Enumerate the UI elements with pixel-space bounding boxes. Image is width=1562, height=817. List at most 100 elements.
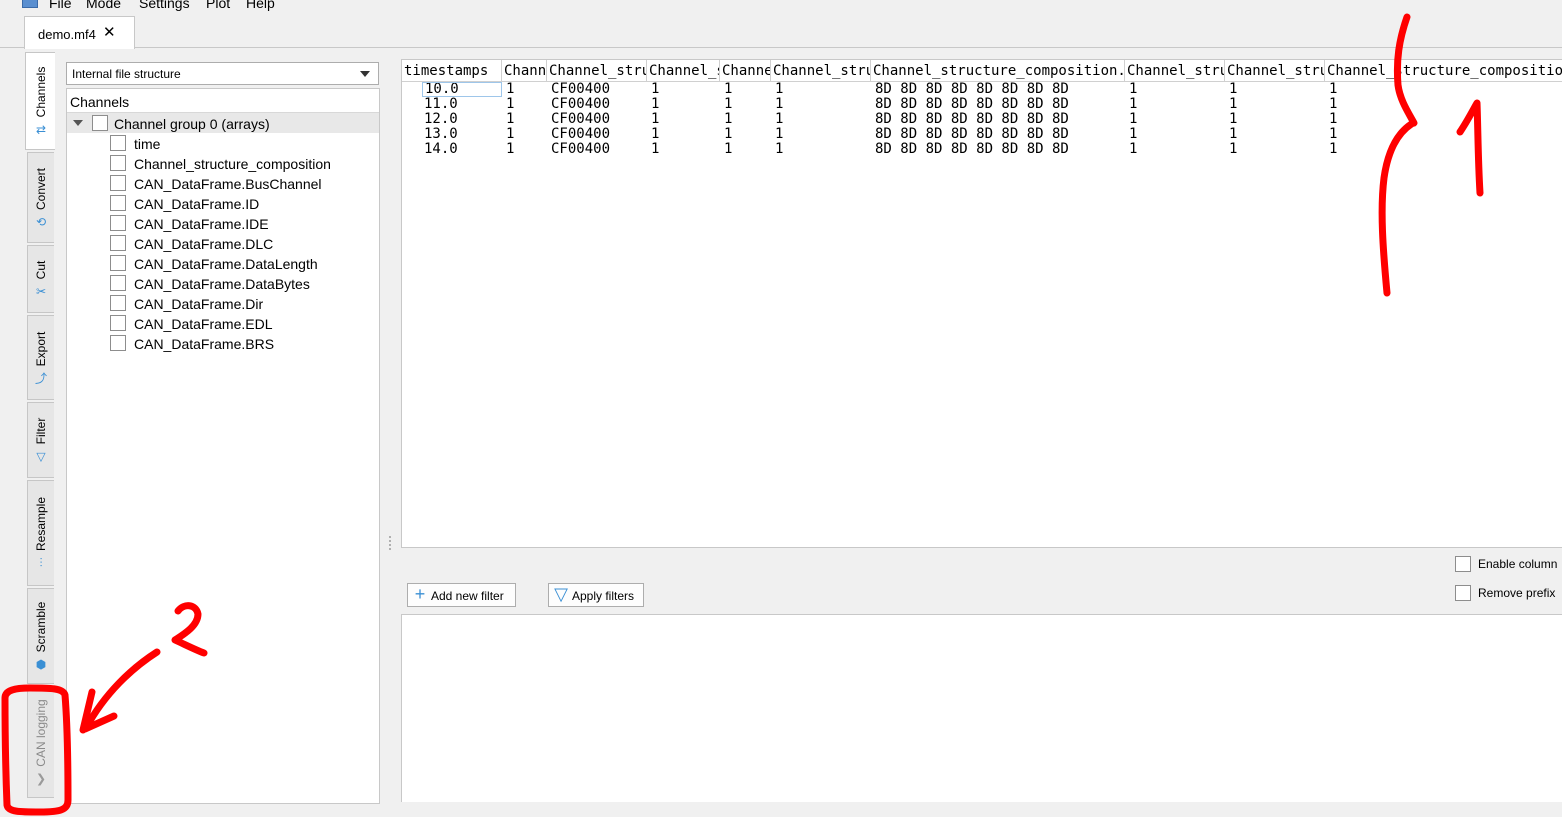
table-cell[interactable]: 1 xyxy=(649,82,720,97)
table-row[interactable]: 13.0 1 CF00400 1 1 1 8D 8D 8D 8D 8D 8D 8D 8D 1 1… xyxy=(402,127,1562,142)
table-cell[interactable]: 1 xyxy=(1227,112,1325,127)
table-cell[interactable]: 1 xyxy=(773,142,871,157)
table-cell[interactable]: 1 xyxy=(773,82,871,97)
tab-convert[interactable]: ⟲ Convert xyxy=(27,152,54,243)
table-cell[interactable]: 14.0 xyxy=(422,142,502,157)
table-cell[interactable]: 1 xyxy=(1327,127,1562,142)
table-cell[interactable]: 8D 8D 8D 8D 8D 8D 8D 8D xyxy=(873,97,1125,112)
column-header[interactable]: Channel_structure_composition.CAN_DataFr… xyxy=(1225,60,1325,82)
apply-filters-button[interactable]: ▽ Apply filters xyxy=(548,583,644,607)
channel-item[interactable]: CAN_DataFrame.EDL xyxy=(67,313,379,333)
table-row[interactable]: 11.0 1 CF00400 1 1 1 8D 8D 8D 8D 8D 8D 8D 8D 1 1… xyxy=(402,97,1562,112)
tab-can-logging[interactable]: ❯ CAN logging xyxy=(27,686,54,798)
table-cell[interactable]: 8D 8D 8D 8D 8D 8D 8D 8D xyxy=(873,127,1125,142)
table-cell[interactable]: 1 xyxy=(722,82,771,97)
table-cell[interactable]: 8D 8D 8D 8D 8D 8D 8D 8D xyxy=(873,82,1125,97)
table-cell[interactable]: 8D 8D 8D 8D 8D 8D 8D 8D xyxy=(873,112,1125,127)
table-cell[interactable]: 1 xyxy=(773,127,871,142)
table-cell[interactable]: 1 xyxy=(773,112,871,127)
channel-item[interactable]: time xyxy=(67,133,379,153)
channel-item[interactable]: CAN_DataFrame.BusChannel xyxy=(67,173,379,193)
group-checkbox[interactable] xyxy=(92,115,108,131)
table-cell[interactable]: 1 xyxy=(649,142,720,157)
table-cell[interactable]: CF00400 xyxy=(549,97,647,112)
menu-settings[interactable]: Settings xyxy=(139,0,190,11)
tab-export[interactable]: ⤴ Export xyxy=(27,315,54,400)
column-header[interactable]: Channel_structure_composition.CAN_DataFr… xyxy=(1325,60,1562,82)
channel-checkbox[interactable] xyxy=(110,155,126,171)
column-header[interactable]: timestamps xyxy=(402,60,502,82)
close-icon[interactable]: ✕ xyxy=(103,25,116,40)
table-cell[interactable]: 1 xyxy=(504,82,547,97)
structure-combo[interactable]: Internal file structure xyxy=(66,62,379,85)
column-header[interactable]: Channel_structure_composition.CAN_DataFr… xyxy=(720,60,771,82)
tab-resample[interactable]: ⫶ Resample xyxy=(27,480,54,586)
remove-prefix-checkbox[interactable] xyxy=(1455,585,1471,601)
table-cell[interactable]: 1 xyxy=(504,112,547,127)
channel-tree[interactable]: Channels Channel group 0 (arrays) time C… xyxy=(66,88,380,804)
tab-filter[interactable]: ▽ Filter xyxy=(27,402,54,478)
table-cell[interactable]: 1 xyxy=(1127,112,1225,127)
tab-channels[interactable]: ⇄ Channels xyxy=(25,52,55,150)
document-tab[interactable]: demo.mf4 ✕ xyxy=(24,16,135,49)
menu-mode[interactable]: Mode xyxy=(86,0,121,11)
table-cell[interactable]: 1 xyxy=(1327,97,1562,112)
column-header[interactable]: Channel_structure_composition.CAN_DataFr… xyxy=(502,60,547,82)
table-cell[interactable]: 1 xyxy=(504,142,547,157)
channel-item[interactable]: CAN_DataFrame.BRS xyxy=(67,333,379,353)
channel-item[interactable]: CAN_DataFrame.DataLength xyxy=(67,253,379,273)
table-cell[interactable]: CF00400 xyxy=(549,112,647,127)
channel-checkbox[interactable] xyxy=(110,175,126,191)
tab-scramble[interactable]: ⬢ Scramble xyxy=(27,588,54,684)
table-cell[interactable]: 1 xyxy=(649,127,720,142)
table-cell[interactable]: CF00400 xyxy=(549,142,647,157)
table-cell[interactable]: 1 xyxy=(649,97,720,112)
column-header[interactable]: Channel_structure_composition.CAN_DataFr… xyxy=(1125,60,1225,82)
table-cell[interactable]: 1 xyxy=(1127,97,1225,112)
data-table[interactable]: timestampsChannel_structure_composition.… xyxy=(401,59,1562,548)
table-cell[interactable]: 1 xyxy=(722,142,771,157)
table-cell[interactable]: CF00400 xyxy=(549,82,647,97)
table-row[interactable]: 10.0 1 CF00400 1 1 1 8D 8D 8D 8D 8D 8D 8D 8D 1 1… xyxy=(402,82,1562,97)
table-cell[interactable]: 1 xyxy=(1227,142,1325,157)
splitter-handle[interactable] xyxy=(388,536,392,552)
table-cell[interactable]: 1 xyxy=(1327,142,1562,157)
table-cell[interactable]: 1 xyxy=(1327,82,1562,97)
channel-checkbox[interactable] xyxy=(110,135,126,151)
filter-list-area[interactable] xyxy=(401,614,1562,802)
table-cell[interactable]: 1 xyxy=(1227,127,1325,142)
add-filter-button[interactable]: + Add new filter xyxy=(407,583,516,607)
channel-item[interactable]: CAN_DataFrame.IDE xyxy=(67,213,379,233)
table-cell[interactable]: 1 xyxy=(722,127,771,142)
column-header[interactable]: Channel_structure_composition.CAN_DataFr… xyxy=(871,60,1125,82)
tab-cut[interactable]: ✂ Cut xyxy=(27,245,54,313)
channel-checkbox[interactable] xyxy=(110,275,126,291)
channel-checkbox[interactable] xyxy=(110,255,126,271)
channel-item[interactable]: Channel_structure_composition xyxy=(67,153,379,173)
table-cell[interactable]: 1 xyxy=(504,127,547,142)
column-header[interactable]: Channel_structure_composition.CAN_DataFr… xyxy=(647,60,720,82)
table-cell[interactable]: 1 xyxy=(773,97,871,112)
channel-item[interactable]: CAN_DataFrame.Dir xyxy=(67,293,379,313)
column-header[interactable]: Channel_structure_composition.CAN_DataFr… xyxy=(547,60,647,82)
table-cell[interactable]: 12.0 xyxy=(422,112,502,127)
table-row[interactable]: 14.0 1 CF00400 1 1 1 8D 8D 8D 8D 8D 8D 8D 8D 1 1… xyxy=(402,142,1562,157)
table-cell[interactable]: 1 xyxy=(1227,82,1325,97)
expand-arrow-icon[interactable] xyxy=(73,120,83,126)
table-cell[interactable]: 1 xyxy=(504,97,547,112)
channel-item[interactable]: CAN_DataFrame.DataBytes xyxy=(67,273,379,293)
table-cell[interactable]: 11.0 xyxy=(422,97,502,112)
channel-group-row[interactable]: Channel group 0 (arrays) xyxy=(67,113,379,133)
menu-file[interactable]: File xyxy=(49,0,72,11)
table-cell[interactable]: 13.0 xyxy=(422,127,502,142)
channel-item[interactable]: CAN_DataFrame.ID xyxy=(67,193,379,213)
table-cell[interactable]: 1 xyxy=(722,112,771,127)
channel-item[interactable]: CAN_DataFrame.DLC xyxy=(67,233,379,253)
table-cell[interactable]: 1 xyxy=(649,112,720,127)
table-cell[interactable]: 1 xyxy=(1227,97,1325,112)
table-cell[interactable]: CF00400 xyxy=(549,127,647,142)
table-cell[interactable]: 1 xyxy=(1127,127,1225,142)
column-header[interactable]: Channel_structure_composition.CAN_DataFr… xyxy=(771,60,871,82)
table-cell[interactable]: 1 xyxy=(1127,142,1225,157)
table-cell[interactable]: 1 xyxy=(722,97,771,112)
